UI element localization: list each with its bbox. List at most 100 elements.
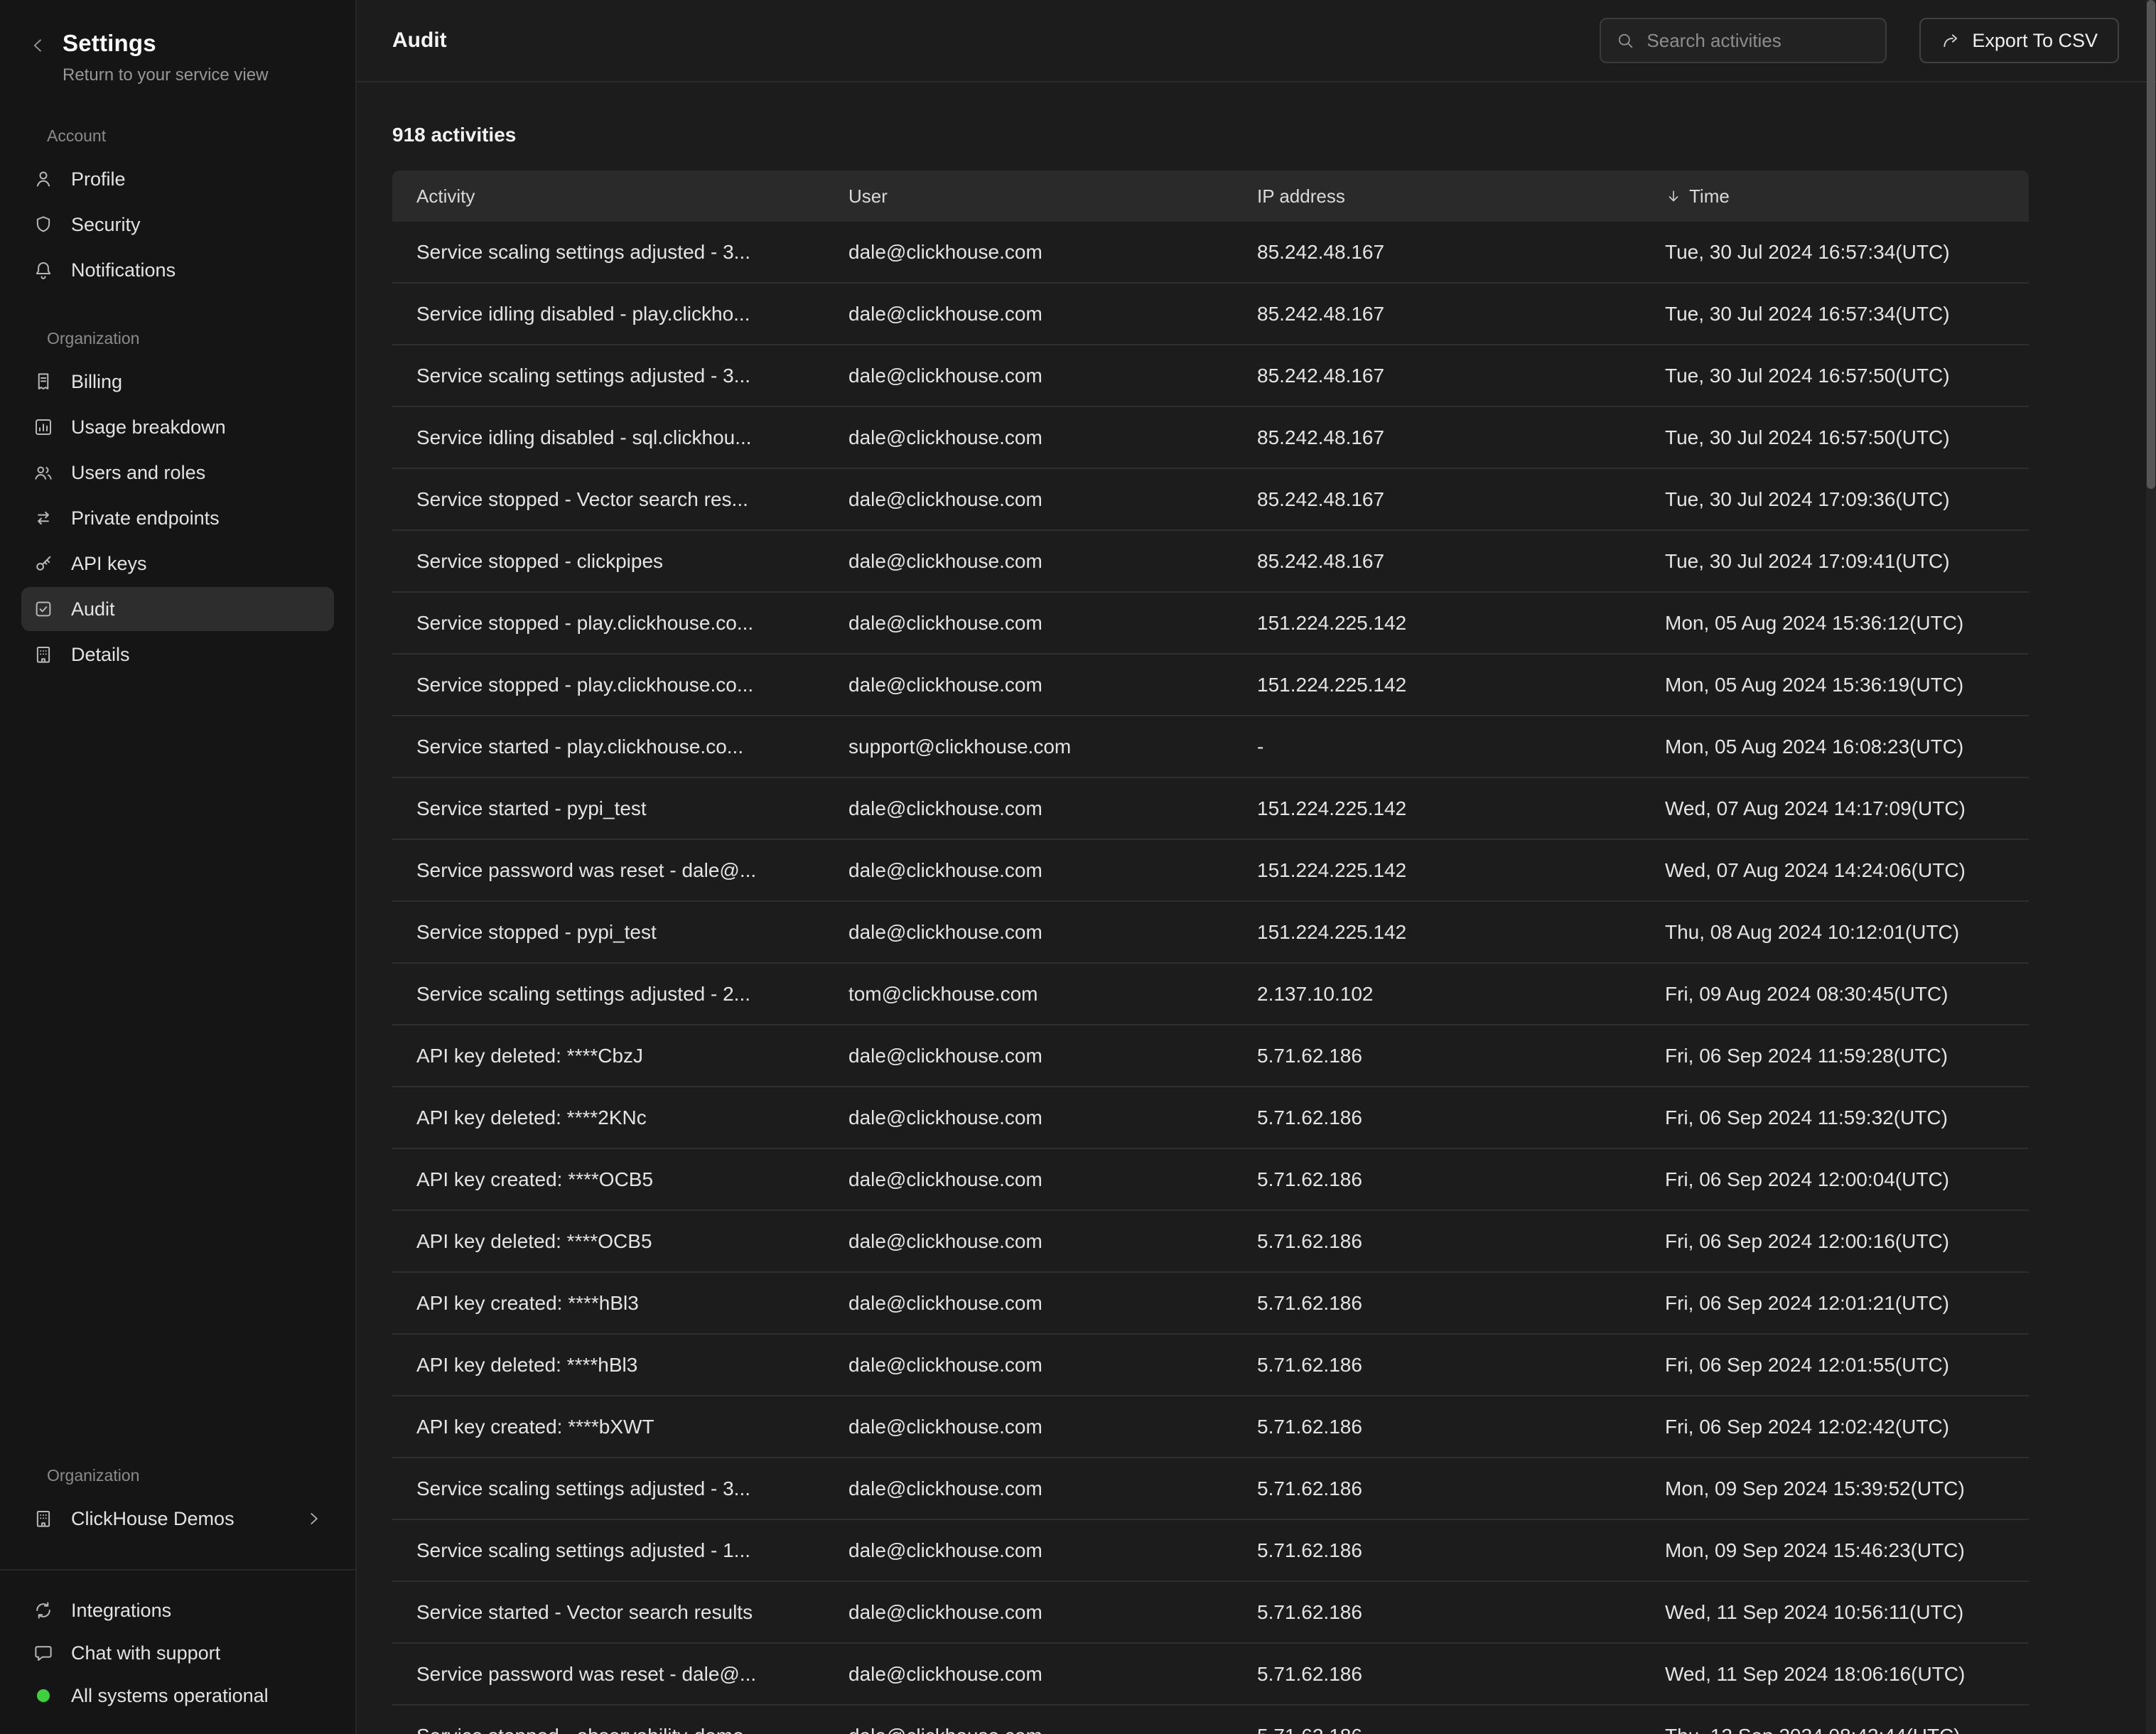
sidebar-item-chat-with-support[interactable]: Chat with support <box>21 1632 334 1674</box>
cell-user: dale@clickhouse.com <box>824 1354 1233 1377</box>
cell-activity: Service started - pypi_test <box>392 797 824 820</box>
cell-ip-address: 151.224.225.142 <box>1233 859 1641 882</box>
table-row: Service idling disabled - sql.clickhou..… <box>392 407 2029 469</box>
export-icon <box>1941 31 1961 50</box>
cell-activity: Service scaling settings adjusted - 3... <box>392 365 824 387</box>
search-box <box>1600 18 1887 63</box>
usage-icon <box>33 416 54 438</box>
cell-time: Mon, 09 Sep 2024 15:46:23(UTC) <box>1641 1539 2029 1562</box>
user-icon <box>33 168 54 190</box>
cell-user: support@clickhouse.com <box>824 736 1233 758</box>
column-header-label: Activity <box>416 185 475 208</box>
sidebar-item-users-and-roles[interactable]: Users and roles <box>21 451 334 495</box>
cell-ip-address: 151.224.225.142 <box>1233 797 1641 820</box>
cell-user: dale@clickhouse.com <box>824 1106 1233 1129</box>
cell-time: Thu, 08 Aug 2024 10:12:01(UTC) <box>1641 921 2029 944</box>
sidebar-item-profile[interactable]: Profile <box>21 157 334 201</box>
bell-icon <box>33 259 54 281</box>
audit-icon <box>33 598 54 620</box>
sidebar-header: Settings Return to your service view <box>0 0 355 85</box>
sidebar-item-label: All systems operational <box>71 1685 269 1707</box>
table-row: Service password was reset - dale@...dal… <box>392 840 2029 902</box>
cell-ip-address: 85.242.48.167 <box>1233 365 1641 387</box>
sort-desc-icon <box>1665 188 1682 205</box>
org-switcher[interactable]: ClickHouse Demos <box>21 1497 334 1541</box>
sidebar-item-notifications[interactable]: Notifications <box>21 248 334 292</box>
sidebar-item-billing[interactable]: Billing <box>21 360 334 404</box>
table-row: Service scaling settings adjusted - 3...… <box>392 222 2029 284</box>
cell-ip-address: - <box>1233 736 1641 758</box>
chevron-right-icon <box>304 1509 323 1528</box>
cell-activity: API key created: ****bXWT <box>392 1416 824 1438</box>
table-row: Service scaling settings adjusted - 3...… <box>392 1458 2029 1520</box>
cell-time: Tue, 30 Jul 2024 16:57:50(UTC) <box>1641 426 2029 449</box>
cell-activity: API key deleted: ****OCB5 <box>392 1230 824 1253</box>
cell-ip-address: 5.71.62.186 <box>1233 1601 1641 1624</box>
cell-time: Fri, 06 Sep 2024 12:01:55(UTC) <box>1641 1354 2029 1377</box>
chevron-left-icon <box>28 36 48 55</box>
cell-activity: Service scaling settings adjusted - 1... <box>392 1539 824 1562</box>
sidebar-item-api-keys[interactable]: API keys <box>21 542 334 586</box>
back-button[interactable] <box>28 36 48 55</box>
sidebar-item-label: Integrations <box>71 1600 171 1622</box>
sidebar-item-security[interactable]: Security <box>21 203 334 247</box>
cell-activity: Service scaling settings adjusted - 3... <box>392 1477 824 1500</box>
sidebar: Settings Return to your service view Acc… <box>0 0 357 1734</box>
cell-user: dale@clickhouse.com <box>824 1539 1233 1562</box>
column-header-time[interactable]: Time <box>1641 185 2029 208</box>
cell-time: Wed, 07 Aug 2024 14:17:09(UTC) <box>1641 797 2029 820</box>
search-input[interactable] <box>1646 30 1871 52</box>
topbar: Audit Export To CSV <box>357 0 2156 82</box>
integrations-icon <box>33 1600 54 1621</box>
cell-ip-address: 5.71.62.186 <box>1233 1416 1641 1438</box>
column-header-label: IP address <box>1257 185 1345 208</box>
cell-user: dale@clickhouse.com <box>824 1663 1233 1686</box>
cell-activity: Service idling disabled - play.clickho..… <box>392 303 824 325</box>
cell-activity: Service started - Vector search results <box>392 1601 824 1624</box>
cell-activity: Service started - play.clickhouse.co... <box>392 736 824 758</box>
sidebar-item-private-endpoints[interactable]: Private endpoints <box>21 496 334 540</box>
sidebar-item-label: Chat with support <box>71 1642 220 1664</box>
cell-time: Wed, 11 Sep 2024 18:06:16(UTC) <box>1641 1663 2029 1686</box>
cell-activity: API key deleted: ****hBl3 <box>392 1354 824 1377</box>
cell-ip-address: 85.242.48.167 <box>1233 426 1641 449</box>
cell-activity: Service stopped - play.clickhouse.co... <box>392 674 824 696</box>
column-header-activity[interactable]: Activity <box>392 185 824 208</box>
cell-activity: Service scaling settings adjusted - 2... <box>392 983 824 1006</box>
table-row: Service password was reset - dale@...dal… <box>392 1644 2029 1706</box>
content: 918 activities ActivityUserIP addressTim… <box>357 82 2156 1734</box>
sidebar-item-all-systems-operational[interactable]: All systems operational <box>21 1674 334 1717</box>
cell-time: Fri, 06 Sep 2024 11:59:32(UTC) <box>1641 1106 2029 1129</box>
scrollbar-thumb[interactable] <box>2147 0 2155 489</box>
cell-activity: Service password was reset - dale@... <box>392 859 824 882</box>
sidebar-item-label: Notifications <box>71 259 176 281</box>
sidebar-item-label: Private endpoints <box>71 507 220 529</box>
sidebar-item-label: Usage breakdown <box>71 416 226 438</box>
cell-time: Wed, 07 Aug 2024 14:24:06(UTC) <box>1641 859 2029 882</box>
cell-activity: Service scaling settings adjusted - 3... <box>392 241 824 264</box>
table-row: API key created: ****OCB5dale@clickhouse… <box>392 1149 2029 1211</box>
cell-user: dale@clickhouse.com <box>824 612 1233 635</box>
cell-activity: Service password was reset - dale@... <box>392 1663 824 1686</box>
column-header-user[interactable]: User <box>824 185 1233 208</box>
export-csv-button[interactable]: Export To CSV <box>1919 18 2119 63</box>
cell-ip-address: 5.71.62.186 <box>1233 1230 1641 1253</box>
cell-ip-address: 151.224.225.142 <box>1233 921 1641 944</box>
section-label-account: Account <box>47 126 355 146</box>
table-row: Service stopped - play.clickhouse.co...d… <box>392 593 2029 655</box>
table-row: Service stopped - clickpipesdale@clickho… <box>392 531 2029 593</box>
column-header-label: User <box>848 185 888 208</box>
column-header-ip-address[interactable]: IP address <box>1233 185 1641 208</box>
sidebar-item-integrations[interactable]: Integrations <box>21 1589 334 1632</box>
sidebar-item-audit[interactable]: Audit <box>21 587 334 631</box>
table-row: Service started - play.clickhouse.co...s… <box>392 716 2029 778</box>
sidebar-item-usage-breakdown[interactable]: Usage breakdown <box>21 405 334 449</box>
cell-ip-address: 5.71.62.186 <box>1233 1168 1641 1191</box>
key-icon <box>33 553 54 574</box>
table-row: Service stopped - pypi_testdale@clickhou… <box>392 902 2029 964</box>
cell-ip-address: 85.242.48.167 <box>1233 550 1641 573</box>
section-label-organization: Organization <box>47 329 355 348</box>
sidebar-item-details[interactable]: Details <box>21 632 334 677</box>
cell-ip-address: 151.224.225.142 <box>1233 674 1641 696</box>
scrollbar[interactable] <box>2146 0 2156 1734</box>
